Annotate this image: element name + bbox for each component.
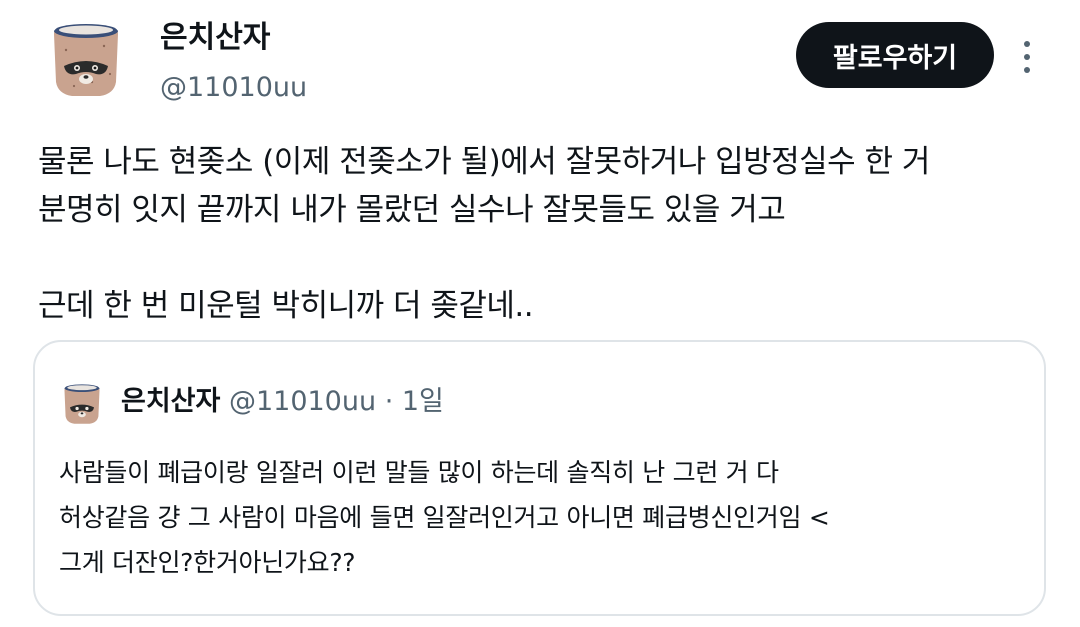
quoted-tweet-header: 은치산자 @11010uu · 1일: [121, 382, 444, 422]
quoted-timestamp[interactable]: 1일: [402, 386, 444, 417]
follow-button[interactable]: 팔로우하기: [796, 22, 994, 88]
tweet-text: 물론 나도 현좆소 (이제 전좆소가 될)에서 잘못하거나 입방정실수 한 거 …: [38, 138, 1048, 330]
tweet-container: 은치산자 @11010uu 팔로우하기 물론 나도 현좆소 (이제 전좆소가 될…: [0, 0, 1080, 627]
quoted-separator: ·: [384, 386, 394, 417]
tweet-text-line: 물론 나도 현좆소 (이제 전좆소가 될)에서 잘못하거나 입방정실수 한 거: [38, 144, 930, 180]
author-avatar[interactable]: [44, 16, 128, 100]
quoted-author-name: 은치산자: [121, 386, 221, 417]
quoted-author-handle: @11010uu: [228, 386, 377, 417]
author-display-name[interactable]: 은치산자: [160, 20, 270, 56]
quoted-text-line: 그게 더잔인?한거아닌가요??: [59, 548, 356, 577]
quoted-tweet-card[interactable]: 은치산자 @11010uu · 1일 사람들이 폐급이랑 일잘러 이런 말들 많…: [33, 340, 1046, 616]
more-vertical-icon: [1024, 54, 1030, 60]
tweet-text-line: 분명히 잇지 끝까지 내가 몰랐던 실수나 잘못들도 있을 거고: [38, 192, 786, 228]
raccoon-cup-avatar-icon: [44, 16, 128, 100]
quoted-text-line: 사람들이 폐급이랑 일잘러 이런 말들 많이 하는데 솔직히 난 그런 거 다: [59, 458, 779, 487]
more-options-button[interactable]: [1010, 34, 1044, 80]
tweet-text-line: 근데 한 번 미운털 박히니까 더 좆같네..: [38, 288, 534, 324]
author-handle[interactable]: @11010uu: [160, 72, 307, 104]
quoted-author-avatar: [59, 380, 105, 426]
more-vertical-icon: [1024, 67, 1030, 73]
quoted-tweet-text: 사람들이 폐급이랑 일잘러 이런 말들 많이 하는데 솔직히 난 그런 거 다 …: [59, 450, 1029, 585]
raccoon-cup-avatar-icon: [59, 380, 105, 426]
more-vertical-icon: [1024, 41, 1030, 47]
quoted-text-line: 허상같음 걍 그 사람이 마음에 들면 일잘러인거고 아니면 폐급병신인거임 <: [59, 503, 830, 532]
